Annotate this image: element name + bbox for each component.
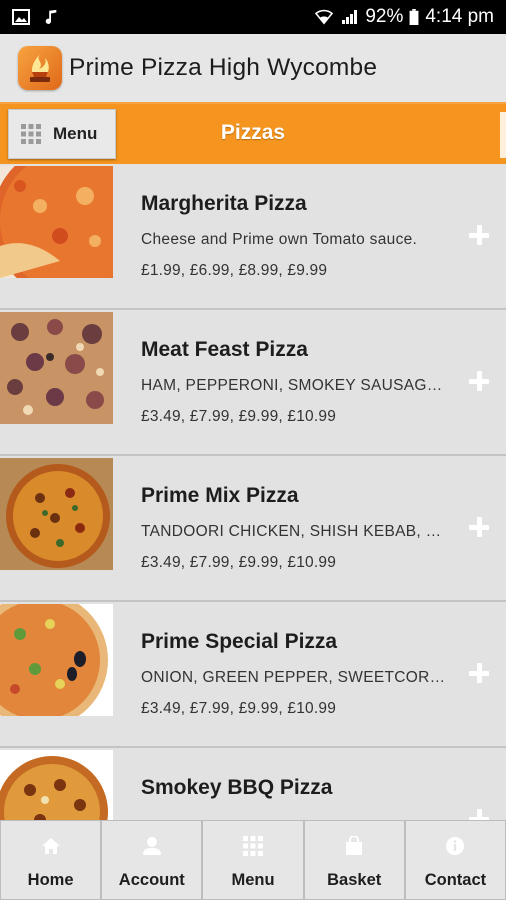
pizza-image xyxy=(0,750,113,820)
music-note-icon xyxy=(45,9,57,24)
item-name: Smokey BBQ Pizza xyxy=(141,776,333,799)
pizza-image xyxy=(0,166,113,278)
nav-basket[interactable]: Basket xyxy=(303,820,405,900)
item-name: Meat Feast Pizza xyxy=(141,338,308,361)
wifi-icon xyxy=(315,9,334,25)
nav-label: Contact xyxy=(424,871,487,889)
add-item-plus-icon[interactable] xyxy=(469,809,489,820)
item-prices: £3.49, £7.99, £9.99, £10.99 xyxy=(141,554,337,571)
pizza-image xyxy=(0,458,113,570)
app-logo-icon xyxy=(18,46,62,90)
nav-menu[interactable]: Menu xyxy=(202,820,304,900)
item-description: ONION, GREEN PEPPER, SWEETCORN, … xyxy=(141,669,451,686)
add-item-plus-icon[interactable] xyxy=(469,663,489,683)
status-bar: 92% 4:14 pm xyxy=(0,0,506,34)
add-item-plus-icon[interactable] xyxy=(469,517,489,537)
nav-label: Basket xyxy=(327,871,382,889)
add-item-plus-icon[interactable] xyxy=(469,371,489,391)
item-name: Prime Mix Pizza xyxy=(141,484,299,507)
list-item[interactable]: Margherita Pizza Cheese and Prime own To… xyxy=(0,164,506,310)
clock-time: 4:14 pm xyxy=(425,6,494,27)
list-item[interactable]: Prime Special Pizza ONION, GREEN PEPPER,… xyxy=(0,602,506,748)
home-icon xyxy=(40,835,62,857)
image-icon xyxy=(12,9,30,25)
nav-label: Menu xyxy=(231,871,275,889)
pizza-list[interactable]: Margherita Pizza Cheese and Prime own To… xyxy=(0,164,506,820)
pizza-image xyxy=(0,604,113,716)
nav-contact[interactable]: Contact xyxy=(404,820,506,900)
grid-icon xyxy=(242,835,264,857)
nav-home[interactable]: Home xyxy=(0,820,102,900)
app-title: Prime Pizza High Wycombe xyxy=(69,54,378,81)
signal-icon xyxy=(342,10,358,24)
nav-label: Home xyxy=(27,871,74,889)
nav-account[interactable]: Account xyxy=(101,820,203,900)
item-prices: £1.99, £6.99, £8.99, £9.99 xyxy=(141,262,328,279)
user-icon xyxy=(141,835,163,857)
bottom-nav: Home Account Menu Basket Contact xyxy=(0,820,506,900)
battery-percent: 92% xyxy=(365,6,404,27)
item-description: Cheese and Prime own Tomato sauce. xyxy=(141,231,418,248)
menu-button-label: Menu xyxy=(53,124,98,143)
item-description: TANDOORI CHICKEN, SHISH KEBAB, S… xyxy=(141,523,451,540)
item-name: Prime Special Pizza xyxy=(141,630,338,653)
list-item[interactable]: Meat Feast Pizza HAM, PEPPERONI, SMOKEY … xyxy=(0,310,506,456)
battery-icon xyxy=(409,9,419,25)
list-item[interactable]: Smokey BBQ Pizza xyxy=(0,748,506,820)
scroll-edge xyxy=(500,112,506,158)
item-prices: £3.49, £7.99, £9.99, £10.99 xyxy=(141,700,337,717)
info-icon xyxy=(444,835,466,857)
app-bar: Prime Pizza High Wycombe xyxy=(0,34,506,102)
item-name: Margherita Pizza xyxy=(141,192,307,215)
pizza-image xyxy=(0,312,113,424)
add-item-plus-icon[interactable] xyxy=(469,225,489,245)
category-bar: Pizzas Menu xyxy=(0,102,506,164)
nav-label: Account xyxy=(118,871,185,889)
item-description: HAM, PEPPERONI, SMOKEY SAUSAGE, … xyxy=(141,377,451,394)
basket-icon xyxy=(343,835,365,857)
list-item[interactable]: Prime Mix Pizza TANDOORI CHICKEN, SHISH … xyxy=(0,456,506,602)
grid-icon xyxy=(21,124,41,144)
item-prices: £3.49, £7.99, £9.99, £10.99 xyxy=(141,408,337,425)
menu-button[interactable]: Menu xyxy=(8,109,116,159)
